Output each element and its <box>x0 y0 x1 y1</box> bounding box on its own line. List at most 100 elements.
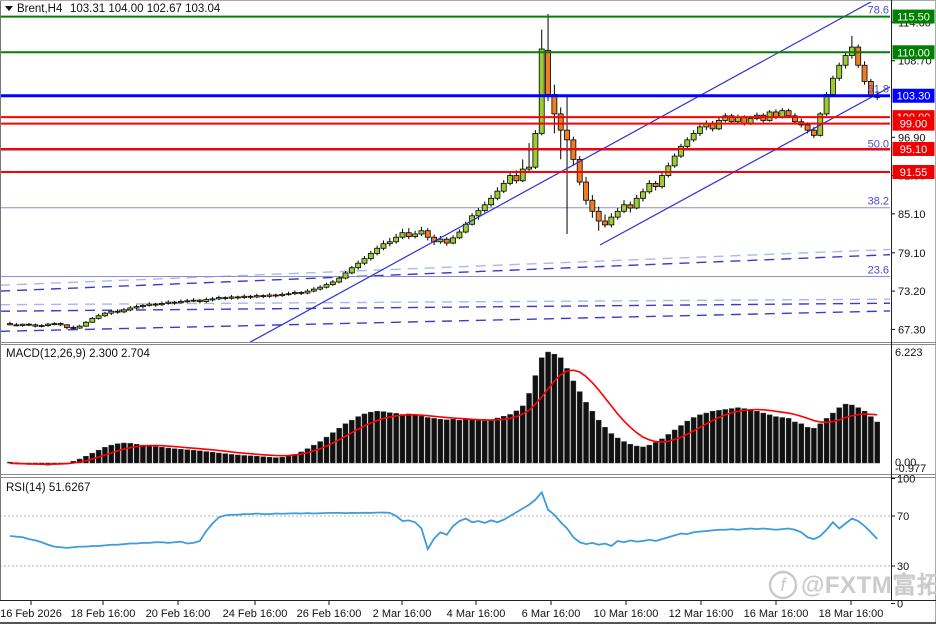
macd-histogram-bar <box>500 416 507 464</box>
macd-histogram-bar <box>646 444 653 464</box>
candle-body <box>640 191 646 199</box>
time-tick-label[interactable]: 16 Mar 16:00 <box>744 608 809 620</box>
macd-histogram-bar <box>760 412 767 464</box>
watermark-text: @FXTM富拓 <box>801 571 936 599</box>
macd-histogram-bar <box>652 442 659 464</box>
macd-histogram-bar <box>792 421 798 464</box>
price-badge: 99.00 <box>892 116 935 131</box>
candle-body <box>114 310 121 313</box>
time-tick-label[interactable]: 18 Feb 16:00 <box>71 608 136 620</box>
candle-body <box>583 181 589 201</box>
candle-body <box>855 46 862 66</box>
candle-body <box>380 243 387 249</box>
candle-body <box>361 258 368 264</box>
candle-body <box>443 238 450 244</box>
macd-histogram-bar <box>140 444 146 464</box>
macd-histogram-bar <box>874 421 880 464</box>
candle-body <box>646 182 653 193</box>
candle-body <box>165 301 172 304</box>
candle-body <box>424 230 431 238</box>
candle-body <box>405 232 412 237</box>
candle-body <box>627 204 634 209</box>
symbol-label[interactable]: Brent,H4 <box>17 3 63 15</box>
macd-histogram-bar <box>690 417 697 464</box>
candle-body <box>671 155 678 167</box>
macd-histogram-bar <box>595 419 602 464</box>
macd-histogram-bar <box>241 455 247 464</box>
macd-histogram-bar <box>355 416 361 464</box>
price-badge-label: 99.00 <box>900 119 928 131</box>
time-tick-label[interactable]: 6 Mar 16:00 <box>522 608 581 620</box>
macd-histogram-bar <box>570 380 577 464</box>
fib-level-label: 23.6 <box>868 264 889 276</box>
candle-body <box>608 216 615 226</box>
macd-histogram-bar <box>171 448 178 464</box>
rsi-tick-label: 0 <box>897 599 903 611</box>
macd-histogram-bar <box>627 444 634 464</box>
macd-histogram-bar <box>152 446 159 464</box>
macd-histogram-bar <box>482 420 488 464</box>
macd-histogram-bar <box>811 427 817 464</box>
price-badge-label: 110.00 <box>897 47 930 59</box>
time-tick-label[interactable]: 10 Mar 16:00 <box>594 608 659 620</box>
time-tick-label[interactable]: 2 Mar 16:00 <box>373 608 432 620</box>
candle-body <box>70 327 77 329</box>
time-tick-label[interactable]: 26 Feb 16:00 <box>297 608 362 620</box>
candle-body <box>266 294 273 297</box>
macd-histogram-bar <box>279 457 285 464</box>
macd-histogram-bar <box>235 454 241 464</box>
time-tick-label[interactable]: 4 Mar 16:00 <box>447 608 506 620</box>
macd-histogram-bar <box>564 368 570 464</box>
candle-body <box>412 233 419 237</box>
macd-histogram-bar <box>602 427 608 464</box>
macd-histogram-bar <box>722 409 729 464</box>
macd-histogram-bar <box>735 407 741 464</box>
candle-body <box>551 94 558 115</box>
price-tick-label: 85.10 <box>898 209 926 221</box>
price-badge-label: 91.55 <box>900 167 928 179</box>
macd-histogram-bar <box>633 445 640 464</box>
macd-histogram-bar <box>450 419 456 464</box>
macd-histogram-bar <box>266 457 273 464</box>
candle-body <box>83 321 89 327</box>
candle-body <box>367 253 374 260</box>
candle-body <box>323 284 330 288</box>
candle-body <box>209 298 216 301</box>
macd-histogram-bar <box>317 441 323 464</box>
candle-body <box>538 48 545 134</box>
candle-body <box>823 94 830 115</box>
macd-histogram-bar <box>216 452 222 464</box>
candle-body <box>811 129 817 136</box>
candle-body <box>26 323 32 326</box>
time-tick-label[interactable]: 12 Mar 16:00 <box>669 608 734 620</box>
candle-body <box>652 182 659 188</box>
macd-histogram-bar <box>836 407 842 464</box>
candle-body <box>310 288 317 292</box>
chart-canvas[interactable]: 78.661.850.038.223.6 114.60108.7096.9091… <box>0 0 936 624</box>
time-tick-label[interactable]: 18 Mar 16:00 <box>819 608 884 620</box>
price-badge: 91.55 <box>892 165 935 180</box>
macd-histogram-bar <box>583 402 589 464</box>
macd-histogram-bar <box>785 418 792 464</box>
rsi-tick-label: 100 <box>897 474 915 486</box>
candle-body <box>291 291 298 295</box>
candle-body <box>589 199 596 212</box>
candle-body <box>152 303 159 306</box>
macd-histogram-bar <box>330 432 336 464</box>
candle-body <box>102 312 108 317</box>
macd-histogram-bar <box>349 419 355 464</box>
macd-histogram-bar <box>697 414 703 464</box>
time-tick-label[interactable]: 16 Feb 2026 <box>0 608 62 620</box>
candle-body <box>488 197 494 206</box>
macd-histogram-bar <box>614 437 621 464</box>
candle-body <box>861 64 868 82</box>
time-tick-label[interactable]: 20 Feb 16:00 <box>146 608 211 620</box>
candle-body <box>342 272 349 279</box>
macd-histogram-bar <box>444 419 450 464</box>
time-tick-label[interactable]: 24 Feb 16:00 <box>223 608 288 620</box>
macd-histogram-bar <box>798 423 804 464</box>
macd-histogram-bar <box>368 411 374 464</box>
macd-histogram-bar <box>678 425 684 464</box>
fib-level-label: 78.6 <box>868 5 889 17</box>
macd-histogram-bar <box>861 411 868 464</box>
